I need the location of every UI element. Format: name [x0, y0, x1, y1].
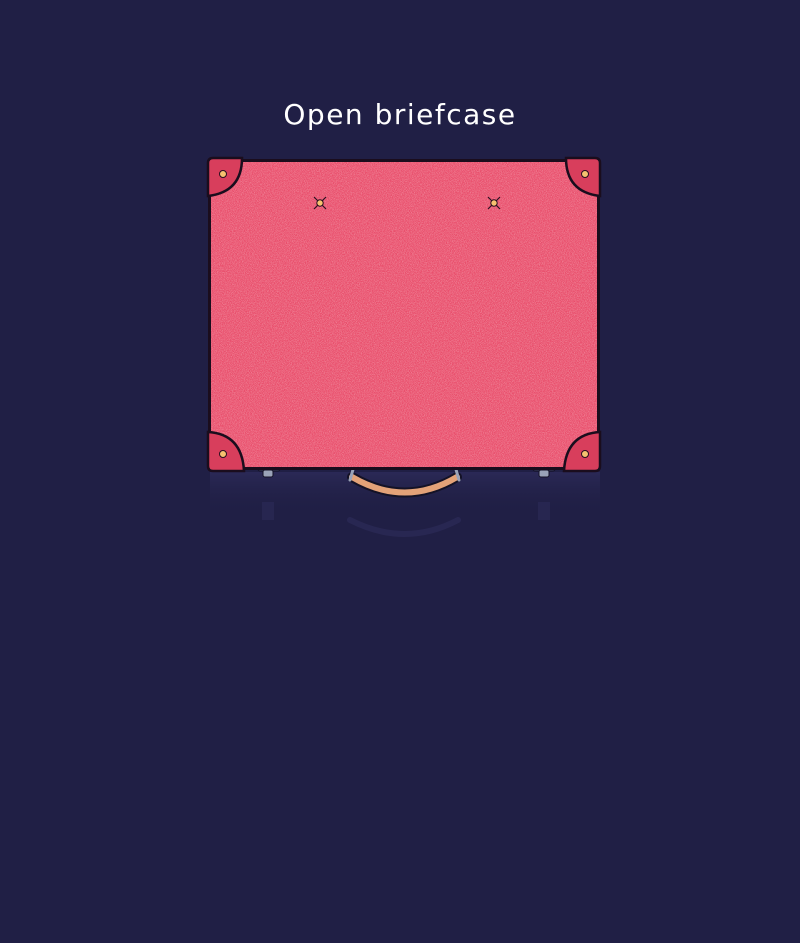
- briefcase-body[interactable]: [208, 159, 600, 470]
- open-briefcase-button[interactable]: Open briefcase: [0, 98, 800, 131]
- briefcase-illustration[interactable]: [200, 150, 610, 550]
- briefcase-scene: [200, 150, 610, 550]
- briefcase-reflection: [210, 472, 600, 537]
